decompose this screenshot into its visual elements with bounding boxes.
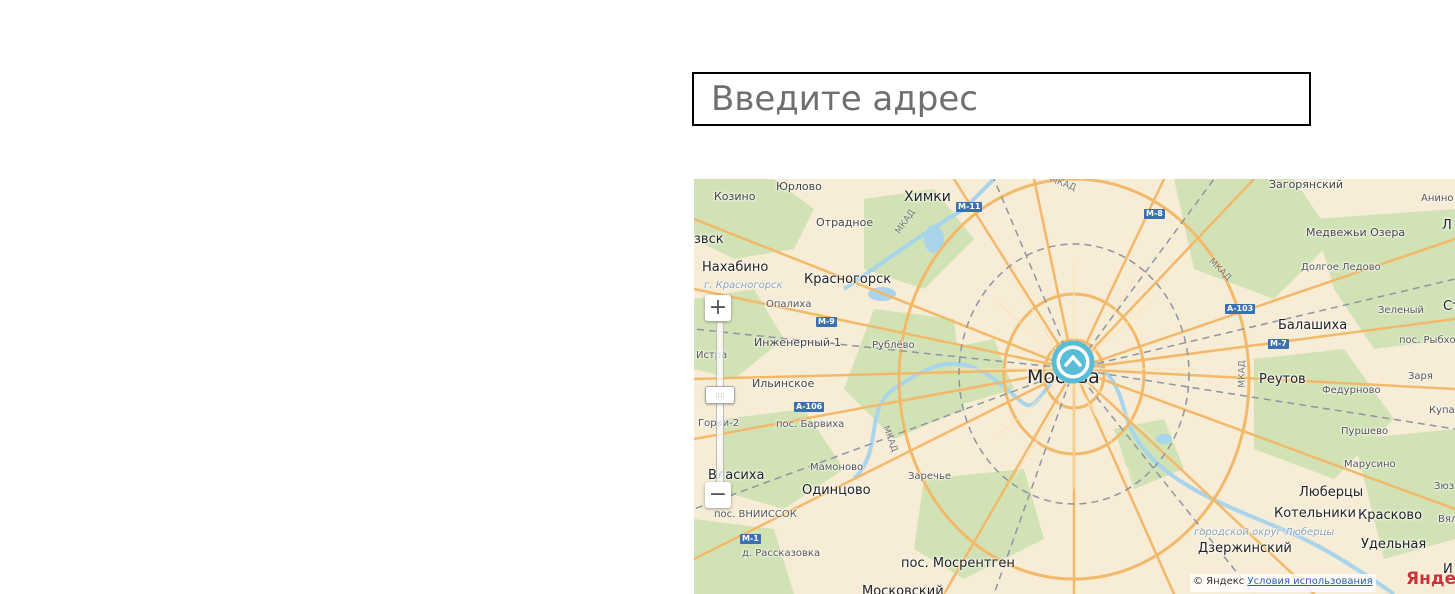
map-label: Федурново xyxy=(1322,385,1381,396)
copyright-text: © Яндекс xyxy=(1193,576,1245,587)
map-label: Дзержинский xyxy=(1198,541,1292,556)
map-label: Ст xyxy=(1443,299,1455,314)
ring-road-label: МКАД xyxy=(1237,360,1248,388)
map-label: Зеленый xyxy=(1378,305,1425,316)
map-label: Удельная xyxy=(1361,537,1427,552)
map-label: Реутов xyxy=(1259,372,1306,387)
road-shield: М-1 xyxy=(740,534,761,544)
map-label: Московский xyxy=(862,584,944,594)
zoom-out-button[interactable]: − xyxy=(705,482,731,508)
map-label: Вял xyxy=(1438,514,1455,525)
location-pin-icon[interactable] xyxy=(1051,340,1095,384)
map-label: Отрадное xyxy=(816,216,874,229)
map-label: д. Рассказовка xyxy=(742,548,821,559)
map-label: пос. ВНИИССОК xyxy=(714,509,797,520)
map-label: пос. Барвиха xyxy=(776,419,845,430)
map-label: Анино xyxy=(1421,193,1454,204)
map-label: Юрлово xyxy=(776,180,822,193)
terms-of-use-link[interactable]: Условия использования xyxy=(1247,576,1372,587)
road-shield: М-11 xyxy=(956,202,983,212)
map-label: Красково xyxy=(1358,508,1423,523)
address-input[interactable] xyxy=(692,72,1311,126)
map-label: пос. Мосрентген xyxy=(901,556,1015,571)
map-label: звск xyxy=(694,232,724,247)
road-shield: А-103 xyxy=(1225,304,1256,314)
map-label: Козино xyxy=(714,190,756,203)
map-label: Опалиха xyxy=(766,299,812,310)
map-label: Марусино xyxy=(1344,459,1396,470)
district-label: городской округ Люберцы xyxy=(1194,527,1335,538)
map-label: Рублёво xyxy=(872,340,915,351)
map-label: Ильинское xyxy=(752,377,815,390)
map-label: Химки xyxy=(904,189,951,205)
road-shield: М-8 xyxy=(1144,209,1165,219)
map-label: Котельники xyxy=(1274,506,1356,521)
yandex-logo[interactable]: Яндекс xyxy=(1406,569,1455,589)
road-shield: М-9 xyxy=(816,317,837,327)
map-label: Инженерный-1 xyxy=(754,336,842,349)
map-label: Одинцово xyxy=(802,483,871,498)
map-label: Красногорск xyxy=(804,272,892,287)
map-widget[interactable]: Юрлово Химки Загорянский Анино Козино От… xyxy=(694,179,1455,594)
map-label: Нахабино xyxy=(702,260,769,275)
road-shield: А-106 xyxy=(794,402,825,412)
map-label: Люберцы xyxy=(1299,485,1364,500)
zoom-in-button[interactable]: + xyxy=(705,295,731,321)
map-label: Долгое Ледово xyxy=(1301,262,1381,273)
map-label: Л xyxy=(1442,218,1452,233)
map-label: Балашиха xyxy=(1278,318,1348,333)
map-label: Заря xyxy=(1408,371,1433,382)
road-shield: М-7 xyxy=(1268,339,1289,349)
map-label: Медвежьи Озера xyxy=(1306,226,1406,239)
map-label: Пуршево xyxy=(1341,426,1389,437)
map-label: Зюз xyxy=(1434,481,1455,492)
zoom-slider-handle[interactable]: :::: xyxy=(705,386,735,404)
map-label: Мамоново xyxy=(810,462,864,473)
district-label: г. Красногорск xyxy=(704,280,783,291)
map-copyright: © Яндекс Условия использования xyxy=(1190,574,1376,592)
map-label: Купавна xyxy=(1429,405,1455,416)
map-label: пос. Рыбхоз xyxy=(1399,335,1455,346)
map-label: Загорянский xyxy=(1269,179,1344,191)
map-label: Заречье xyxy=(908,471,951,482)
